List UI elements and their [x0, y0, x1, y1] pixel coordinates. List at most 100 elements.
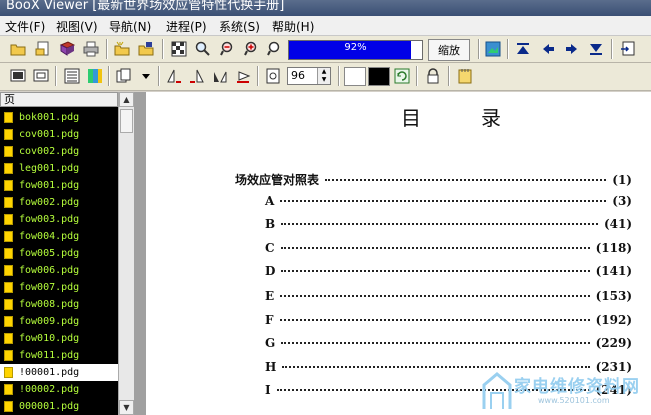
toc-label: H: [265, 360, 277, 374]
file-icon: [4, 197, 13, 208]
toc-leader-dots: [325, 178, 607, 181]
page-file-item[interactable]: fow001.pdg: [0, 177, 118, 194]
toc-label: 场效应管对照表: [235, 173, 320, 187]
refresh-icon[interactable]: [393, 67, 411, 85]
file-name: fow005.pdg: [19, 248, 80, 259]
file-icon: [4, 248, 13, 259]
file-name: !00001.pdg: [19, 367, 80, 378]
open-folder-icon[interactable]: [9, 40, 27, 58]
toolbar-separator: [416, 66, 417, 86]
page-file-item[interactable]: fow002.pdg: [0, 194, 118, 211]
last-page-icon[interactable]: [587, 40, 605, 58]
toc-label: I: [265, 383, 271, 397]
document-viewer[interactable]: 目 录 场效应管对照表 (1) A (3) B (41) C (118) D (141) E (153…: [134, 92, 651, 415]
document-page: 目 录 场效应管对照表 (1) A (3) B (41) C (118) D (141) E (153…: [146, 92, 651, 415]
toc-entry: F (192): [265, 313, 632, 327]
menu-view[interactable]: 视图(V): [56, 18, 98, 35]
menu-navigate[interactable]: 导航(N): [109, 18, 151, 35]
fullscreen-icon[interactable]: [32, 67, 50, 85]
add-folder-icon[interactable]: [113, 40, 131, 58]
zoom-button[interactable]: 缩放: [428, 39, 470, 61]
file-name: fow010.pdg: [19, 333, 80, 344]
rotate-right-icon[interactable]: [188, 67, 206, 85]
foreground-color-swatch[interactable]: [344, 67, 366, 86]
file-icon: [4, 180, 13, 191]
scroll-down-icon[interactable]: ▼: [119, 400, 134, 415]
background-color-swatch[interactable]: [368, 67, 390, 86]
page-file-item[interactable]: fow009.pdg: [0, 313, 118, 330]
file-name: 000001.pdg: [19, 401, 80, 412]
page-file-item[interactable]: leg001.pdg: [0, 160, 118, 177]
file-icon: [4, 367, 13, 378]
page-list-panel: 页 bok001.pdg cov001.pdg cov002.pdg leg001.p…: [0, 92, 134, 415]
file-icon: [4, 316, 13, 327]
page-file-item[interactable]: fow005.pdg: [0, 245, 118, 262]
zoom-in-icon[interactable]: [243, 40, 261, 58]
screen-icon[interactable]: [9, 67, 27, 85]
page-file-item[interactable]: bok001.pdg: [0, 109, 118, 126]
page-list-scrollbar[interactable]: ▲ ▼: [118, 92, 134, 415]
page-file-item[interactable]: !00001.pdg: [0, 364, 118, 381]
fit-page-icon[interactable]: [170, 40, 188, 58]
menu-process[interactable]: 进程(P): [166, 18, 207, 35]
file-icon: [4, 112, 13, 123]
color-palette-icon[interactable]: [86, 67, 104, 85]
chevron-down-icon[interactable]: [137, 67, 155, 85]
image-icon[interactable]: [484, 40, 502, 58]
file-name: cov002.pdg: [19, 146, 80, 157]
toc-leader-dots: [282, 365, 590, 368]
page-file-item[interactable]: 000001.pdg: [0, 398, 118, 415]
contents-title: 目 录: [401, 106, 521, 130]
flip-vertical-icon[interactable]: [234, 67, 252, 85]
flip-horizontal-icon[interactable]: [211, 67, 229, 85]
previous-page-icon[interactable]: [539, 40, 557, 58]
notes-icon[interactable]: [456, 67, 474, 85]
page-file-item[interactable]: cov001.pdg: [0, 126, 118, 143]
spinner-arrows-icon[interactable]: ▲ ▼: [317, 68, 330, 84]
scroll-up-icon[interactable]: ▲: [119, 92, 134, 107]
first-page-icon[interactable]: [514, 40, 532, 58]
page-spinner[interactable]: 96 ▲ ▼: [287, 67, 331, 85]
page-file-item[interactable]: fow006.pdg: [0, 262, 118, 279]
toc-page-number: (192): [595, 313, 632, 327]
open-file-icon[interactable]: [34, 40, 52, 58]
toc-entry: E (153): [265, 289, 632, 303]
toc-leader-dots: [281, 222, 598, 225]
toolbar-separator: [507, 39, 508, 59]
page-file-item[interactable]: fow010.pdg: [0, 330, 118, 347]
toolbar-separator: [162, 39, 163, 59]
page-file-item[interactable]: fow007.pdg: [0, 279, 118, 296]
zoom-out-icon[interactable]: [219, 40, 237, 58]
folder-export-icon[interactable]: [137, 40, 155, 58]
copy-pages-icon[interactable]: [115, 67, 133, 85]
page-goto-icon[interactable]: [264, 67, 282, 85]
menu-file[interactable]: 文件(F): [5, 18, 45, 35]
export-icon[interactable]: [619, 40, 637, 58]
toolbar-separator: [158, 66, 159, 86]
scroll-thumb[interactable]: [120, 109, 133, 133]
page-file-item[interactable]: fow008.pdg: [0, 296, 118, 313]
file-icon: [4, 333, 13, 344]
toc-page-number: (3): [612, 194, 632, 208]
magnifier-icon[interactable]: [194, 40, 212, 58]
file-name: fow011.pdg: [19, 350, 80, 361]
next-page-icon[interactable]: [563, 40, 581, 58]
toc-leader-dots: [280, 294, 590, 297]
list-view-icon[interactable]: [63, 67, 81, 85]
toc-leader-dots: [280, 246, 590, 249]
page-file-item[interactable]: fow004.pdg: [0, 228, 118, 245]
lock-icon[interactable]: [424, 67, 442, 85]
menu-system[interactable]: 系统(S): [219, 18, 260, 35]
menu-help[interactable]: 帮助(H): [272, 18, 314, 35]
page-file-item[interactable]: fow003.pdg: [0, 211, 118, 228]
page-file-item[interactable]: cov002.pdg: [0, 143, 118, 160]
toolbar-separator: [478, 39, 479, 59]
file-name: fow008.pdg: [19, 299, 80, 310]
print-icon[interactable]: [82, 40, 100, 58]
file-icon: [4, 384, 13, 395]
rotate-left-icon[interactable]: [165, 67, 183, 85]
page-file-item[interactable]: !00002.pdg: [0, 381, 118, 398]
book-icon[interactable]: [58, 40, 76, 58]
page-file-item[interactable]: fow011.pdg: [0, 347, 118, 364]
zoom-fit-icon[interactable]: [266, 40, 284, 58]
